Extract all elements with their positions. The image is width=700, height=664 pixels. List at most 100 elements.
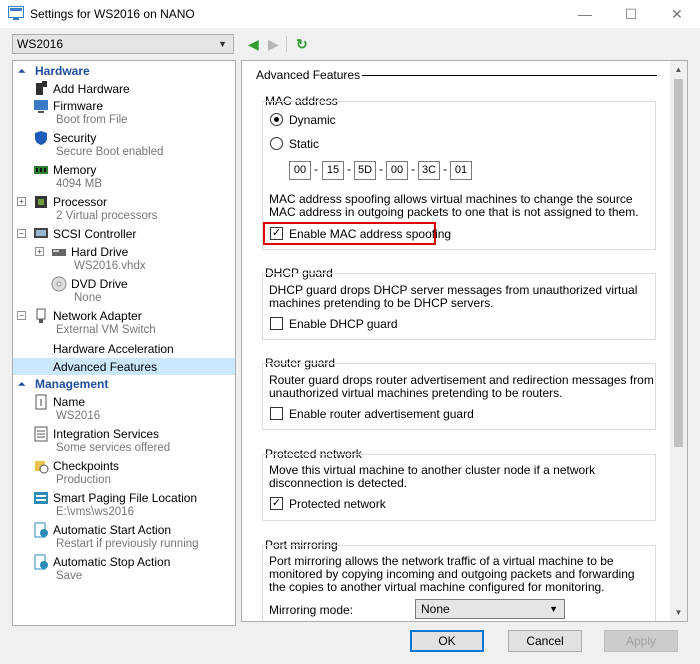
sidebar-item-label: Security: [53, 131, 97, 145]
protected-network-checkbox[interactable]: ✓: [270, 497, 283, 510]
sidebar-item-security[interactable]: Security Secure Boot enabled: [13, 129, 235, 159]
mac-octet-4[interactable]: 00: [386, 161, 408, 180]
sidebar-item-label: Name: [53, 395, 86, 409]
title-bar: Settings for WS2016 on NANO — ☐ ✕: [0, 0, 700, 28]
shield-icon: [35, 131, 47, 145]
sidebar-item-label: Add Hardware: [53, 82, 130, 96]
vm-selector[interactable]: WS2016 ▼: [12, 34, 234, 54]
mirroring-mode-select[interactable]: None ▼: [415, 599, 565, 619]
collapse-chevron-icon: ⏶: [18, 66, 26, 76]
name-icon: I: [35, 394, 47, 410]
sidebar-item-sub: Production: [56, 474, 111, 486]
sidebar-item-name[interactable]: I Name WS2016: [13, 393, 235, 423]
ok-button[interactable]: OK: [410, 630, 484, 652]
collapse-icon[interactable]: −: [17, 229, 26, 238]
scsi-controller-icon: [34, 228, 48, 238]
add-hardware-icon: [36, 81, 47, 95]
maximize-button[interactable]: ☐: [608, 0, 654, 28]
advanced-features-panel: Advanced Features MAC address Dynamic St…: [241, 60, 688, 622]
sidebar-item-label: DVD Drive: [71, 277, 128, 291]
sidebar-item-processor[interactable]: + Processor 2 Virtual processors: [13, 193, 235, 223]
sidebar-item-checkpoints[interactable]: Checkpoints Production: [13, 457, 235, 487]
sidebar-item-label: SCSI Controller: [53, 227, 137, 241]
sidebar-item-add-hardware[interactable]: Add Hardware: [13, 80, 235, 97]
sidebar-item-dvd-drive[interactable]: DVD Drive None: [13, 275, 235, 305]
sidebar-item-label: Checkpoints: [53, 459, 120, 473]
sidebar-item-sub: WS2016.vhdx: [74, 260, 146, 272]
sidebar-item-sub: External VM Switch: [56, 324, 156, 336]
firmware-icon: [34, 100, 48, 113]
dhcp-guard-label: Enable DHCP guard: [289, 317, 398, 331]
sidebar-item-label: Smart Paging File Location: [53, 491, 198, 505]
expand-icon[interactable]: +: [17, 197, 26, 206]
sidebar-item-firmware[interactable]: Firmware Boot from File: [13, 97, 235, 127]
collapse-icon[interactable]: −: [17, 311, 26, 320]
sidebar-item-network-adapter[interactable]: − Network Adapter External VM Switch: [13, 307, 235, 337]
sidebar-item-sub: None: [74, 292, 102, 304]
sidebar-item-advanced-features[interactable]: Advanced Features: [13, 358, 235, 375]
sidebar-item-label: Automatic Stop Action: [53, 555, 171, 569]
heading-divider: [362, 75, 657, 76]
mac-separator: -: [379, 162, 383, 176]
sidebar-item-sub: Boot from File: [56, 114, 128, 126]
network-adapter-icon: [36, 308, 46, 323]
toolbar-separator: [286, 36, 287, 52]
integration-services-icon: [34, 426, 48, 442]
expand-icon[interactable]: +: [35, 247, 44, 256]
sidebar-item-label: Automatic Start Action: [53, 523, 172, 537]
sidebar-item-smart-paging[interactable]: Smart Paging File Location E:\vms\ws2016: [13, 489, 235, 519]
sidebar-item-integration-services[interactable]: Integration Services Some services offer…: [13, 425, 235, 455]
hard-drive-icon: [52, 249, 66, 256]
sidebar-item-memory[interactable]: Memory 4094 MB: [13, 161, 235, 191]
dhcp-guard-description: DHCP guard drops DHCP server messages fr…: [269, 283, 638, 310]
minimize-button[interactable]: —: [562, 0, 608, 28]
sidebar-item-label: Advanced Features: [53, 360, 158, 374]
sidebar-item-scsi-controller[interactable]: − SCSI Controller: [13, 225, 235, 242]
sidebar-item-sub: Secure Boot enabled: [56, 146, 164, 158]
sidebar-item-label: Memory: [53, 163, 97, 177]
router-guard-label: Enable router advertisement guard: [289, 407, 474, 421]
chevron-down-icon: ▼: [218, 39, 227, 49]
mirroring-mode-label: Mirroring mode:: [269, 603, 354, 617]
back-arrow-icon[interactable]: ◀: [248, 36, 259, 53]
memory-icon: [34, 166, 48, 174]
mac-separator: -: [443, 162, 447, 176]
sidebar-item-automatic-start-action[interactable]: Automatic Start Action Restart if previo…: [13, 521, 235, 551]
apply-button[interactable]: Apply: [604, 630, 678, 652]
mac-separator: -: [347, 162, 351, 176]
scroll-down-icon[interactable]: ▼: [670, 604, 687, 621]
router-guard-description: Router guard drops router advertisement …: [269, 373, 654, 400]
mirroring-mode-value: None: [421, 602, 450, 616]
scrollbar-thumb[interactable]: [674, 79, 683, 447]
mac-separator: -: [411, 162, 415, 176]
mac-octet-6[interactable]: 01: [450, 161, 472, 180]
cancel-button[interactable]: Cancel: [508, 630, 582, 652]
static-radio[interactable]: [270, 137, 283, 150]
settings-tree: ⏶ Hardware Add Hardware Firmware Boot fr…: [12, 60, 236, 626]
router-guard-checkbox[interactable]: [270, 407, 283, 420]
close-button[interactable]: ✕: [654, 0, 700, 28]
mac-octet-5[interactable]: 3C: [418, 161, 440, 180]
dhcp-guard-checkbox[interactable]: [270, 317, 283, 330]
sidebar-item-label: Hardware Acceleration: [53, 342, 174, 356]
scroll-up-icon[interactable]: ▲: [670, 61, 687, 78]
sidebar-item-sub: Restart if previously running: [56, 538, 199, 550]
mac-octet-1[interactable]: 00: [289, 161, 311, 180]
mac-spoofing-checkbox[interactable]: ✓: [270, 227, 283, 240]
forward-arrow-icon[interactable]: ▶: [268, 36, 279, 53]
hardware-section-header[interactable]: ⏶ Hardware: [13, 63, 235, 80]
mac-octet-3[interactable]: 5D: [354, 161, 376, 180]
processor-icon: [35, 196, 47, 208]
management-section-header[interactable]: ⏶ Management: [13, 376, 235, 393]
smart-paging-icon: [34, 492, 48, 504]
collapse-chevron-icon: ⏶: [18, 379, 26, 389]
mac-octet-2[interactable]: 15: [322, 161, 344, 180]
chevron-down-icon: ▼: [549, 604, 558, 614]
vertical-scrollbar[interactable]: ▲ ▼: [670, 61, 687, 621]
sidebar-item-automatic-stop-action[interactable]: Automatic Stop Action Save: [13, 553, 235, 583]
sidebar-item-hardware-acceleration[interactable]: Hardware Acceleration: [13, 340, 235, 357]
refresh-icon[interactable]: ↻: [296, 36, 308, 53]
dynamic-radio[interactable]: [270, 113, 283, 126]
sidebar-item-hard-drive[interactable]: + Hard Drive WS2016.vhdx: [13, 243, 235, 273]
sidebar-item-label: Integration Services: [53, 427, 160, 441]
